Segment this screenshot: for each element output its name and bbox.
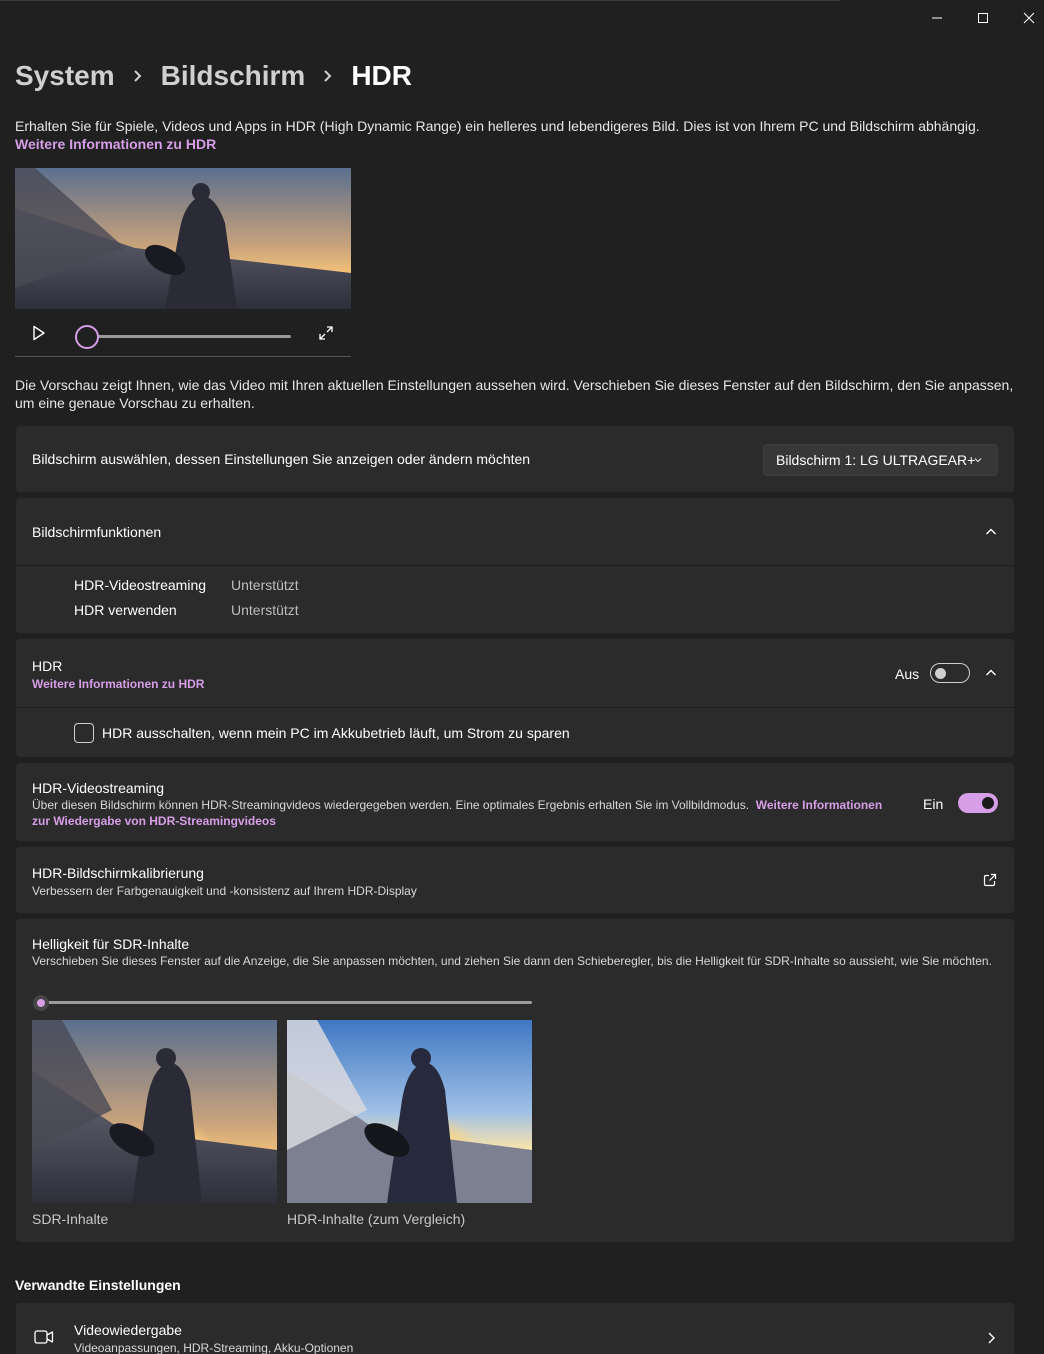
sdr-brightness-track[interactable] <box>46 1001 532 1004</box>
related-item-video-playback[interactable]: Videowiedergabe Videoanpassungen, HDR-St… <box>16 1303 1014 1354</box>
intro-learn-more-link[interactable]: Weitere Informationen zu HDR <box>15 136 216 152</box>
close-icon <box>1023 12 1035 24</box>
related-item-title: Videowiedergabe <box>74 1322 182 1338</box>
chevron-up-icon <box>986 528 996 535</box>
hdr-caption: HDR-Inhalte (zum Vergleich) <box>287 1211 466 1227</box>
chevron-right-icon <box>988 1332 995 1344</box>
related-item-desc: Videoanpassungen, HDR-Streaming, Akku-Op… <box>74 1341 354 1354</box>
breadcrumb-system[interactable]: System <box>15 60 115 92</box>
title-bar <box>0 0 1044 36</box>
breadcrumb: System Bildschirm HDR <box>15 60 412 92</box>
hdr-card: HDR Weitere Informationen zu HDR Aus HDR… <box>16 639 1014 757</box>
hdr-expand-button[interactable] <box>984 666 998 685</box>
video-camera-icon <box>34 1330 54 1344</box>
hdr-streaming-link-cont[interactable]: zur Wiedergabe von HDR-Streamingvideos <box>32 814 276 828</box>
display-capabilities-card: Bildschirmfunktionen HDR-Videostreaming … <box>16 498 1014 633</box>
hdr-streaming-card: HDR-Videostreaming Über diesen Bildschir… <box>16 763 1014 841</box>
chevron-right-icon <box>323 69 333 83</box>
fullscreen-icon <box>319 326 333 340</box>
display-dropdown[interactable]: Bildschirm 1: LG ULTRAGEAR+ <box>763 444 998 476</box>
video-controls <box>15 309 351 357</box>
sdr-brightness-title: Helligkeit für SDR-Inhalte <box>32 936 190 952</box>
chevron-right-icon <box>133 69 143 83</box>
play-button[interactable] <box>31 325 47 346</box>
battery-hdr-checkbox[interactable] <box>74 723 94 743</box>
capabilities-divider <box>16 565 1014 566</box>
intro-text: Erhalten Sie für Spiele, Videos und Apps… <box>15 117 1025 153</box>
display-select-label: Bildschirm auswählen, dessen Einstellung… <box>32 451 531 467</box>
related-settings-title: Verwandte Einstellungen <box>15 1277 181 1293</box>
sdr-brightness-card: Helligkeit für SDR-Inhalte Verschieben S… <box>16 919 1014 1242</box>
toggle-knob <box>935 668 946 679</box>
hdr-calibration-card[interactable]: HDR-Bildschirmkalibrierung Verbessern de… <box>16 847 1014 913</box>
sdr-preview-image <box>32 1020 277 1203</box>
sdr-brightness-desc: Verschieben Sie dieses Fenster auf die A… <box>32 954 992 968</box>
minimize-icon <box>932 17 942 19</box>
close-button[interactable] <box>1006 0 1044 36</box>
capability-name: HDR verwenden <box>74 602 177 618</box>
hdr-video-preview <box>15 168 351 309</box>
hdr-learn-more-link[interactable]: Weitere Informationen zu HDR <box>32 677 204 691</box>
slider-thumb-dot <box>37 999 45 1007</box>
video-progress-track[interactable] <box>95 335 291 338</box>
fullscreen-button[interactable] <box>318 325 334 346</box>
hdr-title: HDR <box>32 658 63 674</box>
sdr-caption: SDR-Inhalte <box>32 1211 109 1227</box>
play-icon <box>33 325 45 341</box>
video-progress-thumb[interactable] <box>75 325 99 349</box>
chevron-down-icon <box>974 458 982 463</box>
video-preview-image <box>15 168 351 309</box>
capability-value: Unterstützt <box>231 602 299 618</box>
hdr-streaming-toggle[interactable] <box>958 793 998 813</box>
chevron-up-icon <box>986 669 996 676</box>
hdr-calibration-title: HDR-Bildschirmkalibrierung <box>32 865 204 881</box>
breadcrumb-display[interactable]: Bildschirm <box>161 60 306 92</box>
breadcrumb-hdr: HDR <box>351 60 412 91</box>
external-link-icon <box>983 873 997 887</box>
capability-value: Unterstützt <box>231 577 299 593</box>
sdr-brightness-thumb[interactable] <box>33 995 49 1011</box>
hdr-streaming-link[interactable]: Weitere Informationen <box>756 798 882 812</box>
display-select-card: Bildschirm auswählen, dessen Einstellung… <box>16 426 1014 492</box>
hdr-divider <box>16 707 1014 708</box>
hdr-streaming-description: Über diesen Bildschirm können HDR-Stream… <box>32 797 902 829</box>
display-dropdown-value: Bildschirm 1: LG ULTRAGEAR+ <box>776 452 976 468</box>
hdr-toggle[interactable] <box>930 663 970 683</box>
title-bar-border <box>0 0 840 1</box>
capabilities-header[interactable]: Bildschirmfunktionen <box>16 498 1014 565</box>
minimize-button[interactable] <box>914 0 960 36</box>
hdr-state-label: Aus <box>895 666 920 682</box>
battery-hdr-label: HDR ausschalten, wenn mein PC im Akkubet… <box>102 725 570 741</box>
preview-note: Die Vorschau zeigt Ihnen, wie das Video … <box>15 377 1014 411</box>
hdr-calibration-desc: Verbessern der Farbgenauigkeit und -kons… <box>32 884 417 898</box>
maximize-button[interactable] <box>960 0 1006 36</box>
maximize-icon <box>978 13 988 23</box>
hdr-streaming-desc-text: Über diesen Bildschirm können HDR-Stream… <box>32 798 750 812</box>
toggle-knob <box>982 797 994 809</box>
intro-description: Erhalten Sie für Spiele, Videos und Apps… <box>15 118 980 134</box>
capabilities-title: Bildschirmfunktionen <box>32 524 162 540</box>
capability-name: HDR-Videostreaming <box>74 577 207 593</box>
hdr-streaming-title: HDR-Videostreaming <box>32 780 165 796</box>
hdr-preview-image <box>287 1020 532 1203</box>
hdr-streaming-state-label: Ein <box>923 796 944 812</box>
